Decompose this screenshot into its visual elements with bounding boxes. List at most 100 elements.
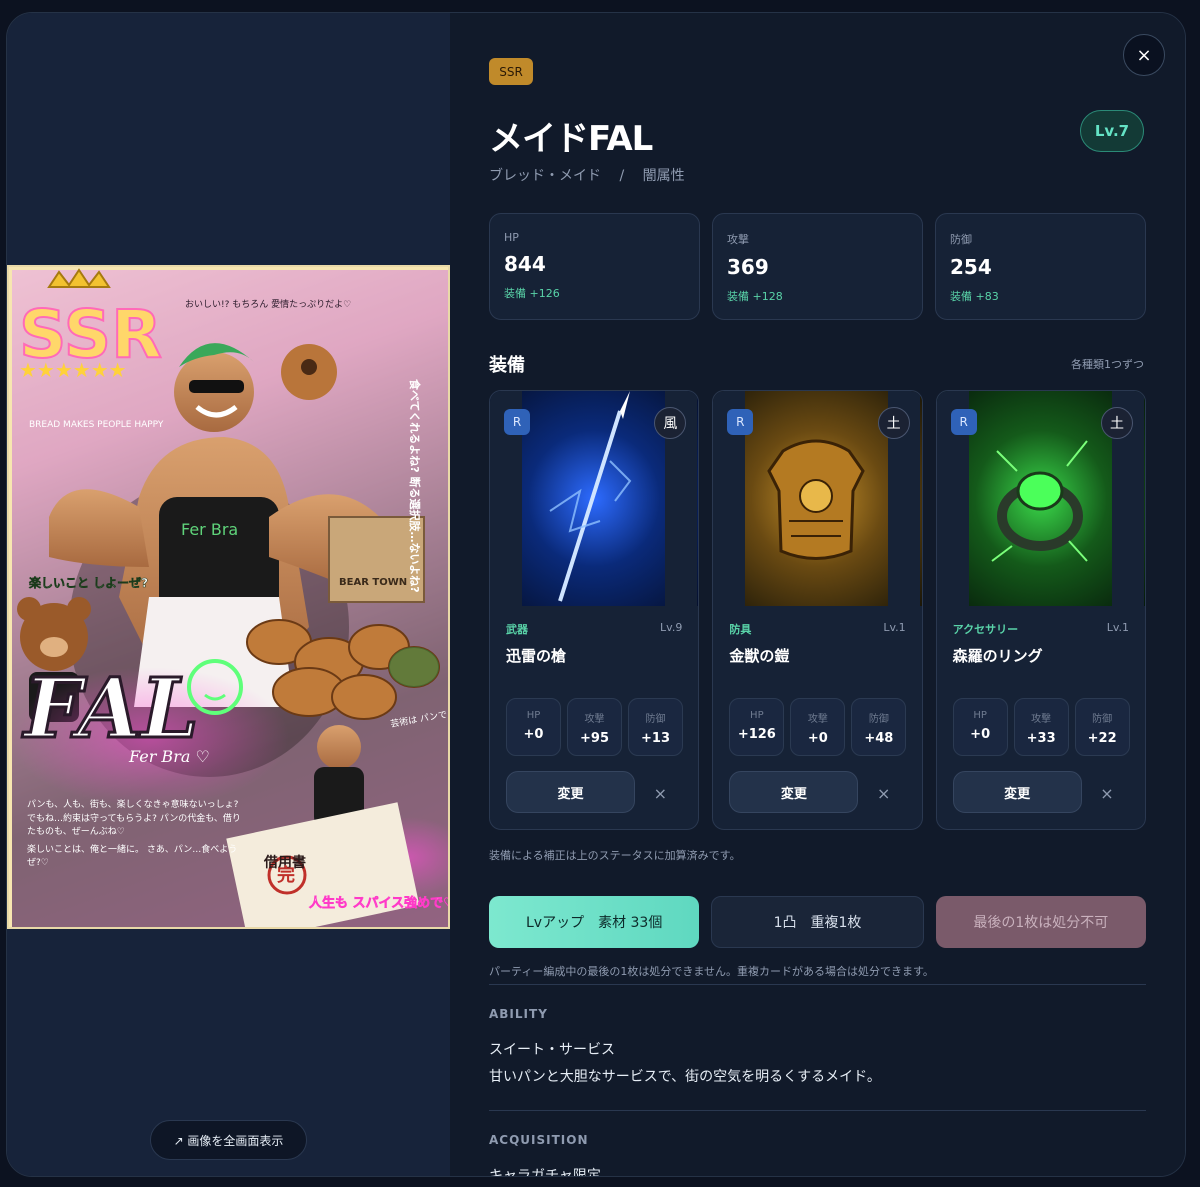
stat-value: 844	[504, 252, 546, 276]
stat-label: HP	[504, 231, 519, 244]
character-name: メイドFAL	[489, 119, 653, 159]
art-stars: ★★★★★★	[19, 358, 127, 382]
art-bubble-3: 楽しいこと しよーぜ?	[29, 575, 148, 590]
equipment-card-accessory[interactable]: R 土 アクセサリー Lv.1 森羅のリング HP +0 攻撃 +33 防御 +22 …	[935, 390, 1146, 830]
equip-stat-value: +95	[580, 731, 609, 746]
rarity-badge: SSR	[489, 58, 533, 85]
equip-stat-value: +22	[1087, 731, 1117, 746]
stat-label: 防御	[950, 233, 972, 246]
card-art-panel: SSR ★★★★★★ FAL Fer Bra ♡ Fer Bra おいしい!? …	[7, 13, 450, 1176]
stat-label: 攻撃	[727, 233, 749, 246]
fullscreen-image-button[interactable]: ↗ 画像を全画面表示	[150, 1120, 307, 1160]
equip-stat-label: 防御	[645, 714, 666, 725]
card-actions: Lvアップ 素材 33個 1凸 重複1枚 最後の1枚は処分不可	[489, 896, 1146, 948]
art-chalkboard: BREAD MAKES PEOPLE HAPPY	[29, 420, 164, 430]
earth-element-icon: 土	[877, 407, 910, 439]
art-shirt: Fer Bra	[181, 520, 238, 539]
stat-value: 369	[727, 255, 769, 279]
card-info-panel: × SSR メイドFAL ブレッド・メイド / 闇属性 Lv.7 HP 844 …	[450, 13, 1185, 1176]
equip-stat-hp: HP +0	[506, 698, 561, 756]
equip-stat-label: HP	[973, 710, 987, 721]
equip-stat-value: +33	[1026, 731, 1056, 746]
art-sign: Fer Bra ♡	[128, 747, 210, 766]
character-attribute: 闇属性	[642, 168, 685, 184]
equip-stat-defense: 防御 +13	[628, 698, 683, 756]
subtitle-separator: /	[619, 168, 625, 184]
equip-stat-hp: HP +126	[729, 698, 785, 756]
divider	[489, 1110, 1146, 1111]
equipment-type: 防具	[729, 623, 752, 636]
equip-stat-value: +0	[970, 727, 991, 742]
stat-bonus: 装備 +83	[950, 290, 999, 303]
equip-stat-attack: 攻撃 +0	[790, 698, 846, 756]
duplicate-limit-break-button[interactable]: 1凸 重複1枚	[711, 896, 924, 948]
equipment-card-weapon[interactable]: R 風 武器 Lv.9 迅雷の槍 HP +0 攻撃 +95 防御 +13 変更 ×	[489, 390, 700, 830]
art-quote-1: パンも、人も、街も、楽しくなきゃ意味ないっしょ? でもね…約束は守ってもらうよ?…	[27, 800, 241, 837]
equipment-hint: 各種類1つずつ	[1071, 358, 1144, 371]
acquisition-value: キャラガチャ限定	[489, 1168, 601, 1177]
equipment-rarity-badge: R	[950, 409, 977, 435]
equipment-rarity-badge: R	[727, 409, 754, 435]
equipment-type: アクセサリー	[952, 623, 1019, 636]
equip-stat-hp: HP +0	[952, 698, 1008, 756]
art-bubble-2: 食べてくれるよね? 断る選択肢…ないよね?	[408, 379, 422, 593]
equipment-image-armor: R 土	[713, 391, 922, 606]
equipment-list: R 風 武器 Lv.9 迅雷の槍 HP +0 攻撃 +95 防御 +13 変更 ×	[489, 390, 1146, 830]
equip-stat-defense: 防御 +48	[851, 698, 907, 756]
art-quote-2: 楽しいことは、俺と一緒に。 さあ、パン…食べようぜ?♡	[27, 844, 238, 869]
equip-stat-attack: 攻撃 +95	[567, 698, 622, 756]
art-title: FAL	[22, 661, 199, 757]
change-equipment-button[interactable]: 変更	[506, 771, 635, 813]
equip-stat-label: 攻撃	[807, 714, 828, 725]
stat-defense: 防御 254 装備 +83	[935, 213, 1146, 320]
card-illustration[interactable]: SSR ★★★★★★ FAL Fer Bra ♡ Fer Bra おいしい!? …	[7, 265, 450, 929]
art-bubble-1: おいしい!? もちろん 愛情たっぷりだよ♡	[185, 298, 351, 310]
change-equipment-button[interactable]: 変更	[729, 771, 859, 813]
character-class: ブレッド・メイド	[489, 168, 601, 184]
level-up-button[interactable]: Lvアップ 素材 33個	[489, 896, 700, 948]
remove-equipment-icon[interactable]: ×	[872, 781, 896, 805]
acquisition-heading: ACQUISITION	[489, 1133, 589, 1147]
fullscreen-label: ↗ 画像を全画面表示	[173, 1133, 284, 1148]
earth-element-icon: 土	[1100, 407, 1133, 439]
equipment-name: 金獣の鎧	[729, 647, 790, 665]
equip-stat-value: +13	[641, 731, 670, 746]
discard-button[interactable]: 最後の1枚は処分不可	[935, 896, 1146, 948]
equip-stat-label: HP	[526, 710, 541, 721]
art-stamp-mark: 完	[277, 864, 295, 886]
card-illustration-art: SSR ★★★★★★ FAL Fer Bra ♡ Fer Bra おいしい!? …	[9, 267, 450, 927]
equipment-image-spear: R 風	[490, 391, 699, 606]
close-icon: ×	[1136, 44, 1152, 66]
equipment-stats: HP +126 攻撃 +0 防御 +48	[729, 698, 907, 756]
equipment-stats: HP +0 攻撃 +95 防御 +13	[506, 698, 683, 756]
equipment-card-armor[interactable]: R 土 防具 Lv.1 金獣の鎧 HP +126 攻撃 +0 防御 +48 変更 ×	[712, 390, 923, 830]
stat-bonus: 装備 +126	[504, 287, 560, 300]
equipment-section-title: 装備	[489, 355, 525, 376]
equip-stat-defense: 防御 +22	[1074, 698, 1130, 756]
stat-attack: 攻撃 369 装備 +128	[712, 213, 923, 320]
stat-value: 254	[950, 255, 992, 279]
stats-row: HP 844 装備 +126 攻撃 369 装備 +128 防御 254 装備 …	[489, 213, 1146, 320]
equipment-note: 装備による補正は上のステータスに加算済みです。	[489, 849, 741, 862]
art-box: BEAR TOWN	[339, 577, 407, 588]
equipment-name: 森羅のリング	[952, 647, 1043, 665]
equip-stat-label: 攻撃	[584, 714, 605, 725]
art-spice: 人生も スパイス強めで♡	[309, 895, 450, 911]
divider	[489, 984, 1146, 985]
remove-equipment-icon[interactable]: ×	[1095, 781, 1119, 805]
equipment-level: Lv.1	[883, 621, 906, 634]
equip-stat-value: +0	[807, 731, 828, 746]
stat-hp: HP 844 装備 +126	[489, 213, 700, 320]
discard-note: パーティー編成中の最後の1枚は処分できません。重複カードがある場合は処分できます…	[489, 965, 934, 978]
ability-description: 甘いパンと大胆なサービスで、街の空気を明るくするメイド。	[489, 1069, 881, 1085]
close-button[interactable]: ×	[1123, 34, 1165, 76]
equipment-level: Lv.9	[660, 621, 683, 634]
equip-stat-label: 防御	[1092, 714, 1113, 725]
remove-equipment-icon[interactable]: ×	[648, 781, 672, 805]
equipment-image-ring: R 土	[936, 391, 1145, 606]
equipment-level: Lv.1	[1106, 621, 1129, 634]
character-level-badge: Lv.7	[1080, 110, 1144, 152]
equip-stat-value: +48	[864, 731, 894, 746]
change-equipment-button[interactable]: 変更	[952, 771, 1082, 813]
character-subtitle: ブレッド・メイド / 闇属性	[489, 165, 685, 185]
